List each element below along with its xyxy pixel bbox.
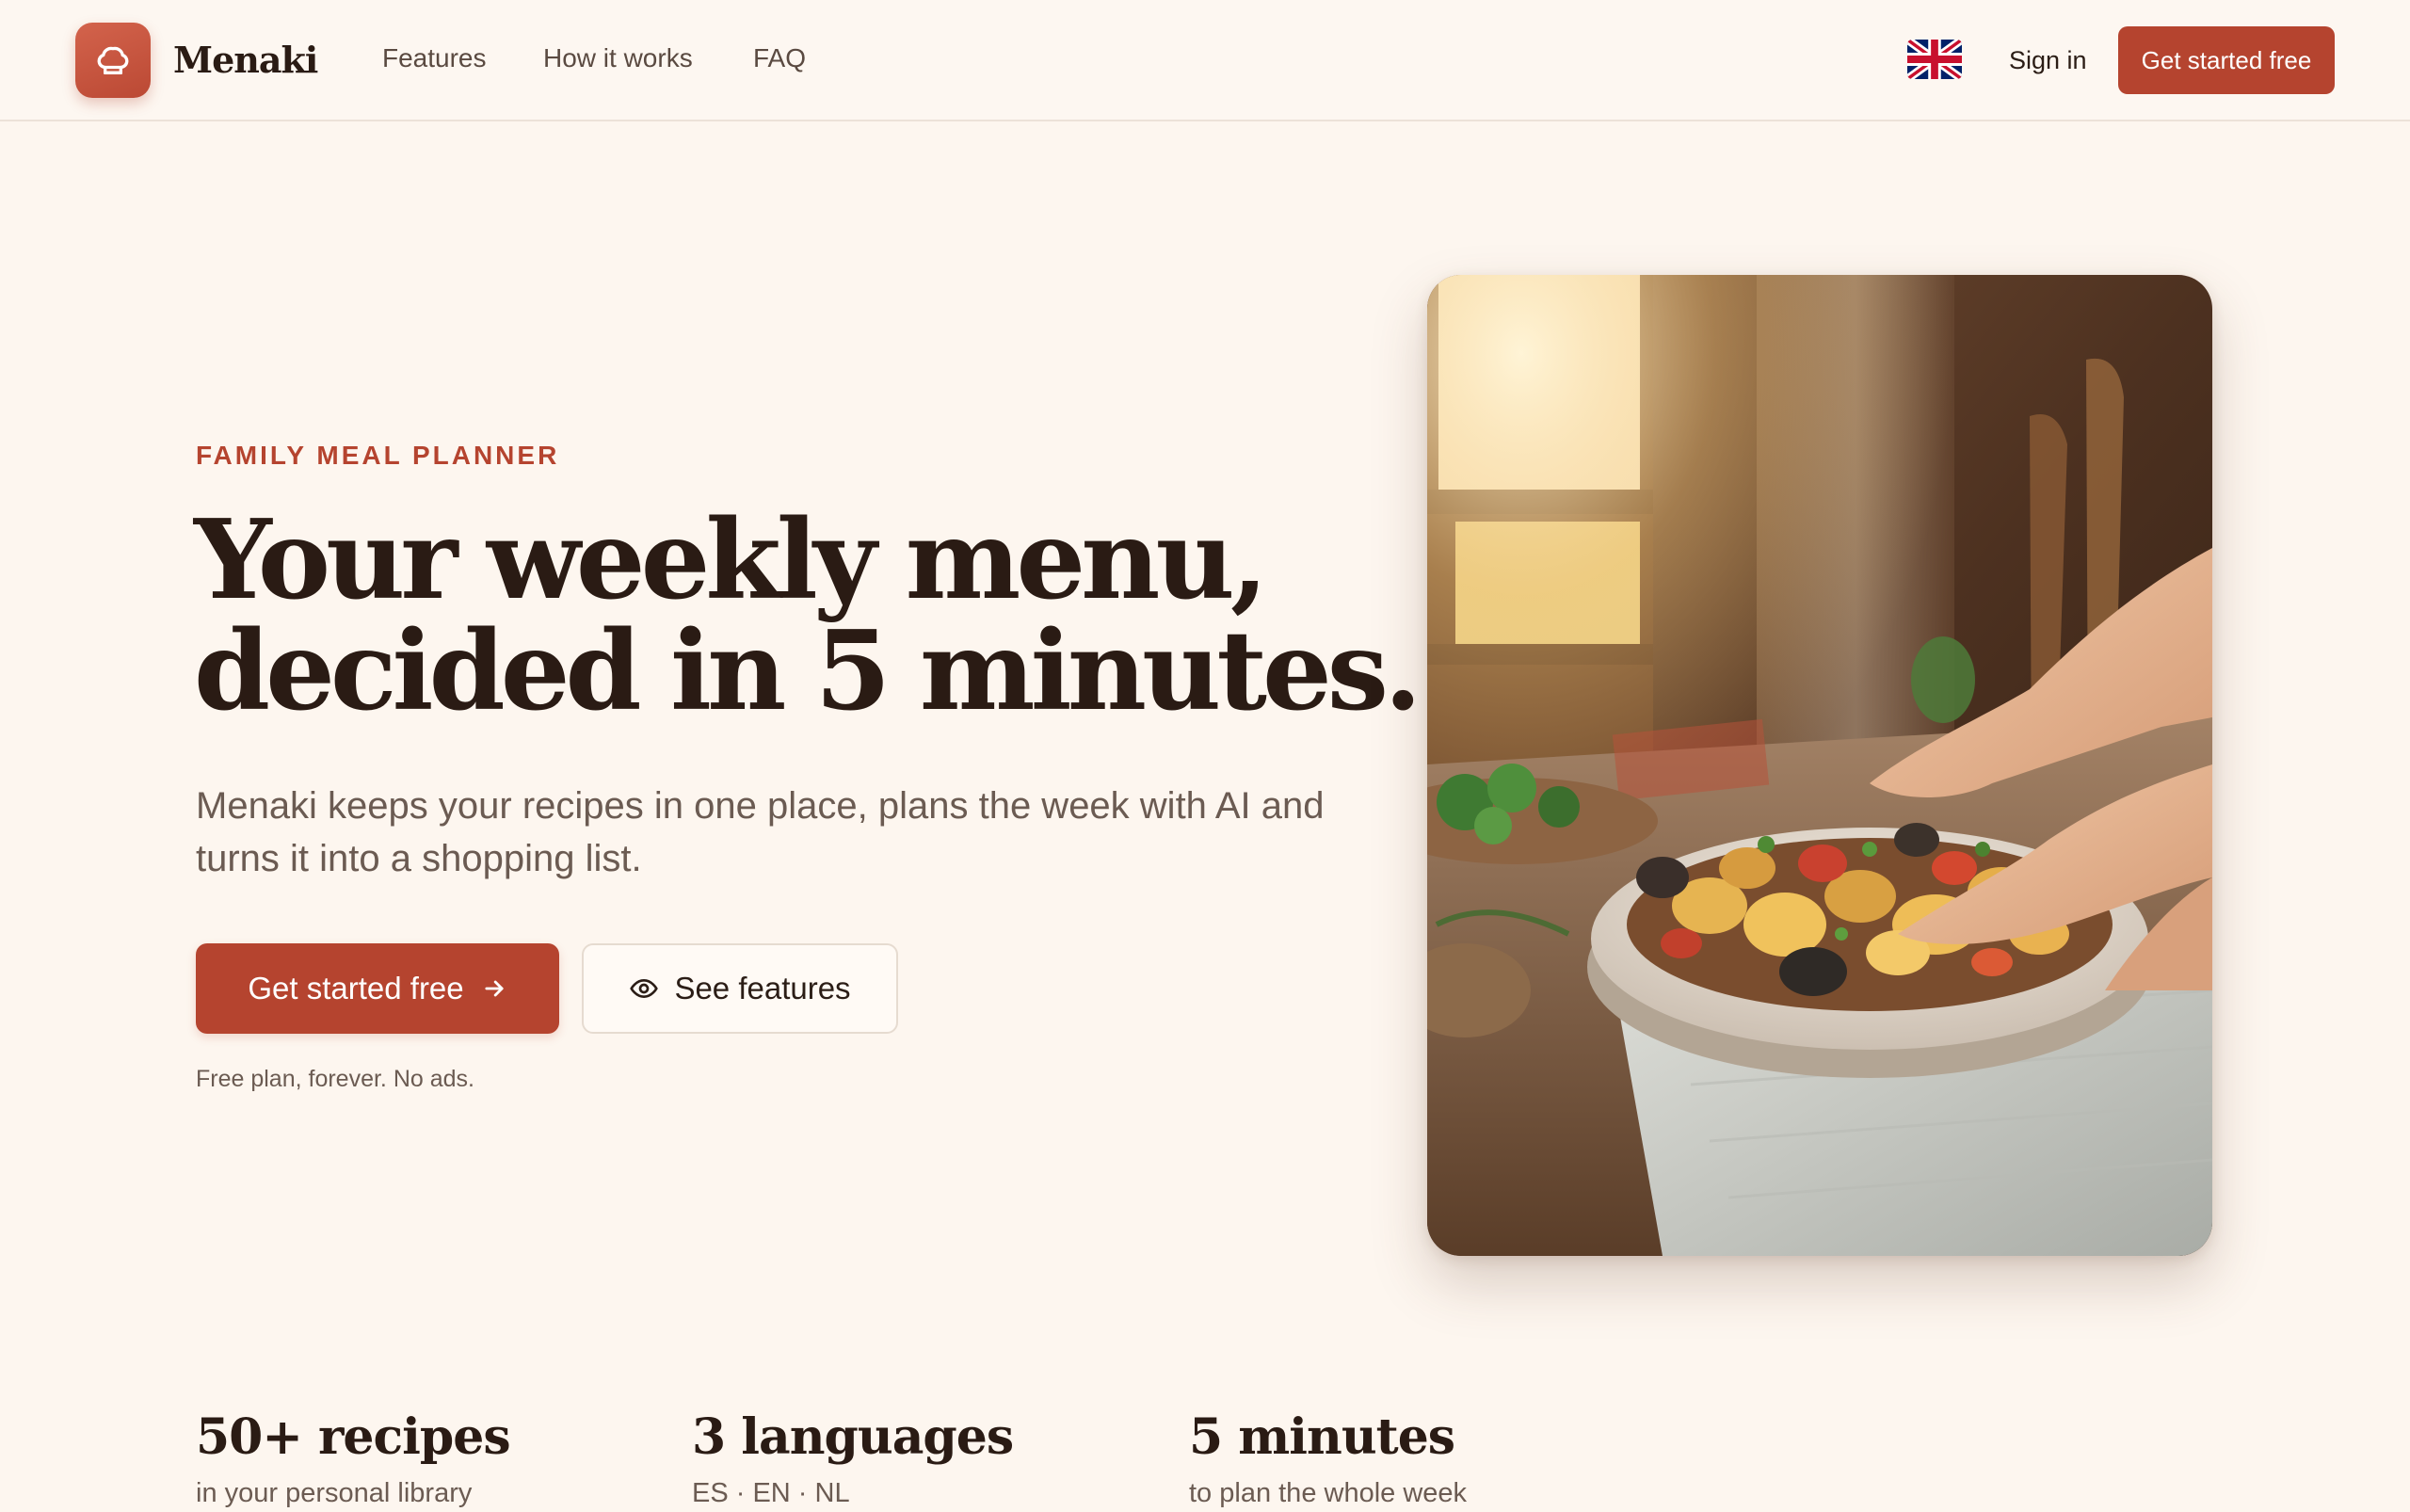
- stat-languages-value: 3 languages: [692, 1408, 1014, 1466]
- nav-link-how-it-works[interactable]: How it works: [543, 40, 693, 77]
- see-features-button[interactable]: See features: [582, 943, 898, 1034]
- hero-headline-line-2: decided in 5 minutes.: [194, 607, 1422, 735]
- top-navigation-bar: Menaki Features How it works FAQ Sign in…: [0, 0, 2410, 121]
- stat-minutes-value: 5 minutes: [1189, 1408, 1455, 1466]
- hero-fineprint: Free plan, forever. No ads.: [196, 1066, 474, 1092]
- get-started-header-button[interactable]: Get started free: [2118, 26, 2335, 94]
- stat-minutes-label: to plan the whole week: [1189, 1478, 1468, 1508]
- hero-eyebrow: FAMILY MEAL PLANNER: [196, 441, 560, 470]
- arrow-right-icon: [485, 980, 504, 997]
- hero-subcopy: Menaki keeps your recipes in one place, …: [196, 785, 1325, 879]
- get-started-button[interactable]: Get started free: [196, 943, 559, 1034]
- nav-link-faq[interactable]: FAQ: [753, 40, 806, 77]
- eye-icon: [630, 979, 659, 998]
- hero-headline: Your weekly menu, decided in 5 minutes.: [194, 496, 1422, 735]
- hero-food-photo: [1427, 275, 2212, 1256]
- stat-recipes-value: 50+ recipes: [196, 1408, 511, 1466]
- hero-headline-line-1: Your weekly menu,: [194, 496, 1268, 624]
- sign-in-link[interactable]: Sign in: [2009, 41, 2087, 79]
- stat-recipes-label: in your personal library: [196, 1478, 473, 1508]
- nav-link-features[interactable]: Features: [382, 40, 487, 77]
- chef-hat-icon: [97, 46, 129, 75]
- logo-button[interactable]: [75, 23, 151, 98]
- see-features-button-label: See features: [674, 971, 851, 1005]
- brand-name[interactable]: Menaki: [173, 38, 318, 83]
- get-started-button-label: Get started free: [248, 971, 464, 1005]
- stat-languages-label: ES · EN · NL: [692, 1478, 850, 1508]
- uk-flag-icon[interactable]: [1907, 40, 1962, 79]
